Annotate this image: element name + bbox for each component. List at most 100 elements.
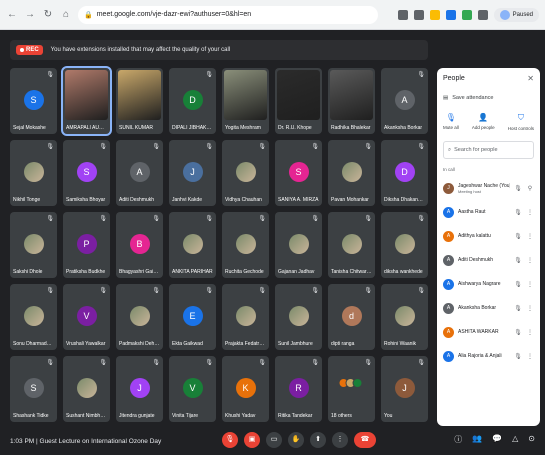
participant-tile[interactable]: 🎙AMRAPALI AUSKAR bbox=[61, 66, 112, 136]
participant-tile[interactable]: 🎙 V Vrushali Yawalkar bbox=[63, 284, 110, 350]
participant-tile[interactable]: 🎙SUNIL KUMAR bbox=[116, 68, 163, 134]
puzzle-icon[interactable] bbox=[477, 9, 488, 20]
participant-tile[interactable]: 🎙 V Vinita Tijare bbox=[169, 356, 216, 422]
more-options-icon[interactable]: ⋮ bbox=[526, 233, 534, 240]
participant-tile[interactable]: 🎙 A Aditi Deshmukh bbox=[116, 140, 163, 206]
people-list-item[interactable]: A Aishwarya Nagrare 🎙 ⋮ bbox=[443, 272, 534, 296]
participant-tile[interactable]: 🎙 Tanisha Chitwaren bbox=[328, 212, 375, 278]
people-list-item[interactable]: A Alia Rajoria & Anjali 🎙 ⋮ bbox=[443, 344, 534, 368]
participant-tile[interactable]: 🎙 R Ritika Tandekar bbox=[275, 356, 322, 422]
participant-tile[interactable]: 🎙 Prajakta Fedatrawar bbox=[222, 284, 269, 350]
more-options-icon[interactable]: ⋮ bbox=[526, 329, 534, 336]
participant-tile[interactable]: 🎙 J You bbox=[381, 356, 428, 422]
participant-tile[interactable]: 🎙 Nikhil Tonge bbox=[10, 140, 57, 206]
participant-tile[interactable]: 🎙 Sushant Nimbhorkar bbox=[63, 356, 110, 422]
people-list-item[interactable]: A ASHITA WARKAR 🎙 ⋮ bbox=[443, 320, 534, 344]
lock-icon[interactable]: ⊙ bbox=[528, 434, 535, 445]
mic-off-button[interactable]: 🎙 bbox=[222, 432, 238, 448]
extension-icon-2[interactable] bbox=[461, 9, 472, 20]
participant-tile[interactable]: 🎙 Rohini Waanik bbox=[381, 284, 428, 350]
mute-all-button[interactable]: 🎙 Mute all bbox=[443, 113, 459, 131]
participant-tile[interactable]: 🎙 K Khushi Yadav bbox=[222, 356, 269, 422]
extension-icon[interactable] bbox=[445, 9, 456, 20]
participant-tile[interactable]: 🎙 B Bhagyashri Gaikwad bbox=[116, 212, 163, 278]
captions-button[interactable]: ▭ bbox=[266, 432, 282, 448]
mic-off-icon[interactable]: 🎙 bbox=[514, 233, 522, 240]
participant-name: Gajanan Jadhav bbox=[278, 269, 315, 275]
bookmark-star-icon[interactable] bbox=[429, 9, 440, 20]
back-icon[interactable]: ← bbox=[6, 9, 18, 21]
mic-off-icon[interactable]: 🎙 bbox=[514, 353, 522, 360]
address-bar[interactable]: 🔒 meet.google.com/vje-dazr-ewi?authuser=… bbox=[78, 5, 378, 24]
participant-tile[interactable]: 🎙 Vidhya Chauhan bbox=[222, 140, 269, 206]
mic-off-icon: 🎙 bbox=[417, 360, 425, 366]
host-controls-button[interactable]: ⛉ Host controls bbox=[508, 113, 534, 131]
participant-tile[interactable]: 🎙 S Shashank Tidke bbox=[10, 356, 57, 422]
activities-icon[interactable]: △ bbox=[512, 434, 518, 445]
participant-tile[interactable]: 🎙Yogita Meshram bbox=[222, 68, 269, 134]
participant-tile[interactable]: 🎙 S SANIYA A. MIRZA bbox=[275, 140, 322, 206]
mic-off-icon[interactable]: 🎙 bbox=[514, 257, 522, 264]
leave-call-button[interactable]: ☎ bbox=[354, 432, 376, 448]
participant-tile[interactable]: 🎙 Sakshi Dhole bbox=[10, 212, 57, 278]
participant-tile[interactable]: 🎙 S Sejal Mokashe bbox=[10, 68, 57, 134]
more-options-icon[interactable]: ⋮ bbox=[526, 353, 534, 360]
participant-tile[interactable]: 🎙 A Akanksha Borkar bbox=[381, 68, 428, 134]
share-icon[interactable] bbox=[413, 9, 424, 20]
participant-tile[interactable]: 🎙 E Ekta Gaikwad bbox=[169, 284, 216, 350]
mic-off-icon[interactable]: 🎙 bbox=[514, 281, 522, 288]
participant-video bbox=[330, 70, 373, 120]
participant-tile[interactable]: 🎙 P Pratiksha Budkhe bbox=[63, 212, 110, 278]
save-attendance-button[interactable]: ▤ Save attendance bbox=[443, 95, 534, 101]
participant-tile[interactable]: 🎙 Pavan Mohankar bbox=[328, 140, 375, 206]
participant-tile[interactable]: 🎙 Gajanan Jadhav bbox=[275, 212, 322, 278]
participant-name: Khushi Yadav bbox=[225, 413, 256, 419]
raise-hand-button[interactable]: ✋ bbox=[288, 432, 304, 448]
participant-tile[interactable]: 🎙 ANKITA PARIHAR bbox=[169, 212, 216, 278]
participant-tile[interactable]: 🎙 Padmakshi Dehury bbox=[116, 284, 163, 350]
more-options-icon[interactable]: ⋮ bbox=[526, 257, 534, 264]
search-people-input[interactable]: ⌕ Search for people bbox=[443, 141, 534, 159]
participant-tile[interactable]: 🎙 J Janhvi Kakde bbox=[169, 140, 216, 206]
home-icon[interactable]: ⌂ bbox=[60, 9, 72, 21]
participant-tile[interactable]: 🎙 diksha wankhede bbox=[381, 212, 428, 278]
participant-tile[interactable]: 🎙 D DIPALI JIBHAKATE bbox=[169, 68, 216, 134]
participant-tile[interactable]: 🎙 D Diksha Dhakane ... bbox=[381, 140, 428, 206]
participant-photo bbox=[23, 306, 44, 326]
people-list-item[interactable]: A Akanksha Borkar 🎙 ⋮ bbox=[443, 296, 534, 320]
participant-tile[interactable]: 🎙Radhika Bhalekar bbox=[328, 68, 375, 134]
participant-tile[interactable]: 🎙 Sonu Dharmadhikari bbox=[10, 284, 57, 350]
participant-tile[interactable]: 🎙 Ruchita Gechode bbox=[222, 212, 269, 278]
people-list-item[interactable]: A Aastha Raut 🎙 ⋮ bbox=[443, 200, 534, 224]
profile-button[interactable]: Paused bbox=[493, 7, 539, 22]
people-list-item[interactable]: J Jageshwar Nache (You) Meeting host 🎙 ⚲ bbox=[443, 176, 534, 200]
forward-icon[interactable]: → bbox=[24, 9, 36, 21]
mic-off-icon[interactable]: 🎙 bbox=[514, 305, 522, 312]
reload-icon[interactable]: ↻ bbox=[42, 9, 54, 21]
people-list-item[interactable]: A Aditi Deshmukh 🎙 ⋮ bbox=[443, 248, 534, 272]
add-people-button[interactable]: 👤 Add people bbox=[472, 113, 495, 131]
participant-name: Ekta Gaikwad bbox=[172, 341, 203, 347]
participant-tile[interactable]: 🎙 Sunil Jambhure bbox=[275, 284, 322, 350]
pin-icon[interactable]: ⚲ bbox=[526, 185, 534, 192]
present-button[interactable]: ⬆ bbox=[310, 432, 326, 448]
close-icon[interactable]: ✕ bbox=[527, 74, 534, 83]
participant-tile[interactable]: 🎙 S Samiksha Bhoyar bbox=[63, 140, 110, 206]
more-options-icon[interactable]: ⋮ bbox=[526, 281, 534, 288]
more-options-button[interactable]: ⋮ bbox=[332, 432, 348, 448]
participant-tile[interactable]: 🎙 18 others bbox=[328, 356, 375, 422]
mic-off-icon[interactable]: 🎙 bbox=[514, 185, 522, 192]
participant-tile[interactable]: 🎙 J Jitendra gunjate bbox=[116, 356, 163, 422]
record-indicator-icon bbox=[397, 9, 408, 20]
people-list-item[interactable]: A Adithya kalattu 🎙 ⋮ bbox=[443, 224, 534, 248]
participant-tile[interactable]: 🎙Dr. R.U. Khope bbox=[275, 68, 322, 134]
more-options-icon[interactable]: ⋮ bbox=[526, 305, 534, 312]
participant-tile[interactable]: 🎙 d dipti ranga bbox=[328, 284, 375, 350]
mic-off-icon[interactable]: 🎙 bbox=[514, 209, 522, 216]
camera-off-button[interactable]: ▣ bbox=[244, 432, 260, 448]
more-options-icon[interactable]: ⋮ bbox=[526, 209, 534, 216]
info-icon[interactable]: ⓘ bbox=[454, 434, 462, 445]
chat-icon[interactable]: 💬 bbox=[492, 434, 502, 445]
people-icon[interactable]: 👥 bbox=[472, 434, 482, 445]
mic-off-icon[interactable]: 🎙 bbox=[514, 329, 522, 336]
